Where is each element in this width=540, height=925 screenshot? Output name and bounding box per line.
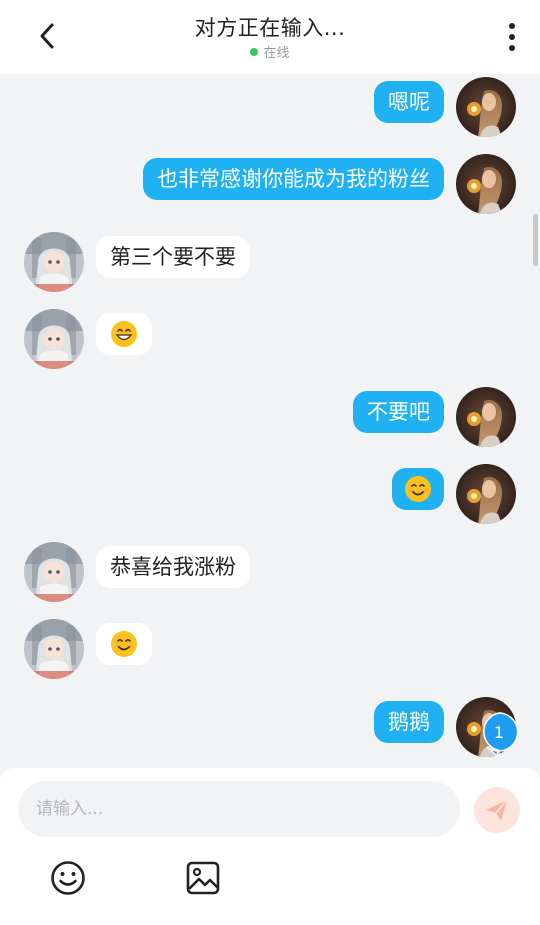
contact-avatar[interactable]	[24, 309, 84, 369]
more-options-icon[interactable]	[502, 20, 522, 54]
contact-avatar[interactable]	[24, 232, 84, 292]
smiley-icon[interactable]	[48, 858, 88, 898]
message-row: 也非常感谢你能成为我的粉丝	[0, 154, 540, 218]
unread-count-badge[interactable]: 1	[478, 711, 520, 757]
message-row: 鹅鹅	[0, 697, 540, 761]
message-row	[0, 464, 540, 528]
scrollbar[interactable]	[533, 214, 538, 266]
emoji-bubble[interactable]	[96, 313, 152, 355]
message-bubble[interactable]: 嗯呢	[374, 81, 444, 123]
smiling-face-emoji	[110, 630, 138, 658]
grinning-face-emoji	[110, 320, 138, 348]
message-bubble[interactable]: 恭喜给我涨粉	[96, 546, 250, 588]
message-row	[0, 309, 540, 373]
my-avatar[interactable]	[456, 77, 516, 137]
message-input[interactable]	[18, 781, 460, 837]
status-label: 在线	[263, 46, 290, 61]
emoji-bubble[interactable]	[96, 623, 152, 665]
message-bubble[interactable]: 鹅鹅	[374, 701, 444, 743]
message-bubble[interactable]: 不要吧	[353, 391, 444, 433]
message-bubble[interactable]: 也非常感谢你能成为我的粉丝	[143, 158, 444, 200]
contact-avatar[interactable]	[24, 619, 84, 679]
message-bubble[interactable]: 第三个要不要	[96, 236, 250, 278]
message-row: 第三个要不要	[0, 232, 540, 296]
send-button[interactable]	[474, 787, 520, 833]
unread-count: 1	[494, 723, 504, 742]
paper-plane-icon	[486, 799, 508, 821]
my-avatar[interactable]	[456, 154, 516, 214]
message-row: 嗯呢	[0, 77, 540, 141]
message-list[interactable]: 嗯呢 也非常感谢你能成为我的粉丝 第三个要不要 不要吧 恭喜给我涨粉 鹅鹅	[0, 74, 540, 769]
message-composer	[0, 768, 540, 925]
my-avatar[interactable]	[456, 464, 516, 524]
message-row: 不要吧	[0, 387, 540, 451]
online-dot-icon	[250, 48, 259, 56]
page-title: 对方正在输入...	[194, 16, 346, 40]
online-status: 在线	[0, 42, 540, 61]
my-avatar[interactable]	[456, 387, 516, 447]
message-row	[0, 619, 540, 683]
image-icon[interactable]	[183, 858, 223, 898]
emoji-bubble[interactable]	[392, 468, 444, 510]
chat-header: 对方正在输入... 在线	[0, 0, 540, 74]
message-row: 恭喜给我涨粉	[0, 542, 540, 606]
contact-avatar[interactable]	[24, 542, 84, 602]
smiling-face-emoji	[404, 475, 432, 503]
